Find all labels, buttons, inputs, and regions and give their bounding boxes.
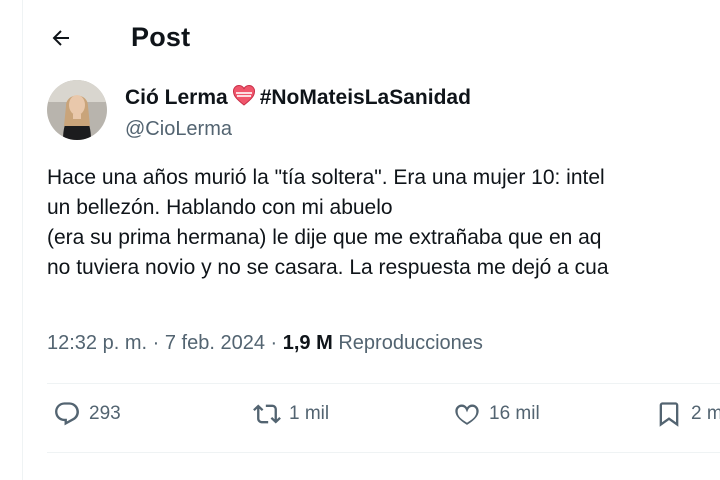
reply-icon <box>53 400 81 428</box>
divider <box>47 383 720 384</box>
heart-icon <box>232 84 256 112</box>
post-time[interactable]: 12:32 p. m. <box>47 332 147 354</box>
post-actions: 293 1 mil 16 mil 2 m <box>47 386 720 452</box>
back-button[interactable] <box>41 20 81 60</box>
avatar[interactable] <box>47 80 107 140</box>
author-hashtag: #NoMateisLaSanidad <box>259 86 471 109</box>
repost-button[interactable]: 1 mil <box>253 400 329 428</box>
like-button[interactable]: 16 mil <box>453 400 540 428</box>
reply-count: 293 <box>89 403 121 424</box>
post-text-line: (era su prima hermana) le dije que me ex… <box>47 226 602 249</box>
heart-outline-icon <box>453 400 481 428</box>
bookmark-icon <box>655 400 683 428</box>
reply-button[interactable]: 293 <box>53 400 121 428</box>
views-count: 1,9 M <box>282 332 333 354</box>
post-detail-page: Post Ció Lerma #NoMateisLaSanidad @CioLe… <box>22 0 720 480</box>
author-info: Ció Lerma #NoMateisLaSanidad @CioLerma <box>125 84 471 141</box>
page-header: Post <box>23 0 720 78</box>
post-text-line: Hace una años murió la "tía soltera". Er… <box>47 166 605 189</box>
post-date[interactable]: 7 feb. 2024 <box>165 332 265 354</box>
like-count: 16 mil <box>489 403 540 424</box>
repost-count: 1 mil <box>289 403 330 424</box>
author-name: Ció Lerma <box>125 86 228 109</box>
post-text: Hace una años murió la "tía soltera". Er… <box>47 163 720 283</box>
repost-icon <box>253 400 281 428</box>
page-title: Post <box>131 22 191 52</box>
post-meta: 12:32 p. m. · 7 feb. 2024 · 1,9 M Reprod… <box>47 332 483 355</box>
arrow-left-icon <box>49 26 73 55</box>
author-handle[interactable]: @CioLerma <box>125 118 471 141</box>
author-display-name[interactable]: Ció Lerma #NoMateisLaSanidad <box>125 84 471 112</box>
divider <box>47 452 720 453</box>
bookmark-count: 2 m <box>691 403 720 424</box>
meta-separator: · <box>270 332 278 354</box>
meta-separator: · <box>152 332 160 354</box>
views-label: Reproducciones <box>338 332 483 354</box>
post-text-line: no tuviera novio y no se casara. La resp… <box>47 256 609 279</box>
post-text-line: un bellezón. Hablando con mi abuelo <box>47 196 393 219</box>
bookmark-button[interactable]: 2 m <box>655 400 720 428</box>
